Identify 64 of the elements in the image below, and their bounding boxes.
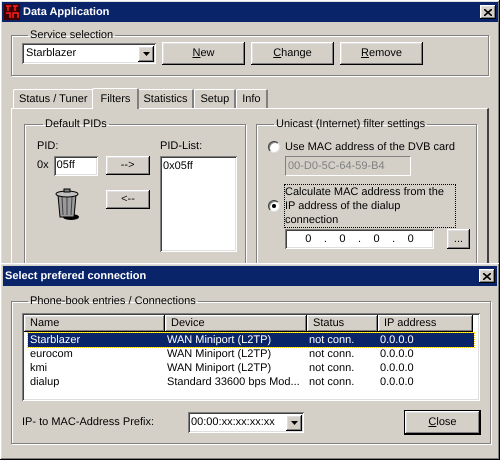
radio-label[interactable]: Calculate MAC address from the IP address of the dialup connection: [285, 185, 455, 227]
dropdown-button[interactable]: [286, 414, 302, 430]
column-header[interactable]: Device: [165, 315, 307, 332]
group-title: Default PIDs: [44, 119, 108, 130]
close-icon: [484, 8, 492, 16]
browse-button[interactable]: ...: [447, 229, 470, 249]
list-cell-text: dialup: [29, 375, 60, 389]
remove-arrow-button[interactable]: <--: [106, 190, 150, 209]
prefix-label: IP- to MAC-Address Prefix:: [22, 415, 156, 430]
close-icon: [483, 272, 491, 280]
close-button[interactable]: [480, 5, 496, 19]
pid-field[interactable]: 05ff: [54, 156, 98, 176]
ip-address-field[interactable]: 0 . 0 . 0 . 0: [285, 229, 434, 249]
add-button[interactable]: -->: [106, 156, 150, 175]
list-row[interactable]: dialup Standard 33600 bps Mod... not conn. 0.0.0.0: [28, 375, 474, 389]
window-title: Select prefered connection: [5, 268, 148, 284]
list-cell-text: 0.0.0.0: [380, 375, 415, 389]
action-button[interactable]: Change: [251, 42, 334, 65]
action-button[interactable]: New: [162, 42, 245, 65]
list-cell-text: 0.0.0.0: [380, 347, 415, 361]
pid-list-label: PID-List:: [160, 139, 204, 154]
list-cell-text: WAN Miniport (L2TP): [167, 361, 272, 375]
pid-label: PID:: [37, 139, 60, 154]
group-title: Phone-book entries / Connections: [29, 296, 197, 307]
column-header[interactable]: IP address: [378, 315, 473, 332]
list-cell-text: not conn.: [309, 347, 356, 361]
tab[interactable]: Info: [236, 89, 268, 108]
close-button[interactable]: [479, 269, 495, 283]
list-row[interactable]: kmi WAN Miniport (L2TP) not conn. 0.0.0.0: [28, 361, 474, 375]
list-cell-text: WAN Miniport (L2TP): [167, 347, 272, 361]
radio-button[interactable]: [268, 200, 280, 212]
caret-icon: [142, 52, 150, 56]
tab[interactable]: Status / Tuner: [13, 89, 94, 108]
list-cell-text: Standard 33600 bps Mod...: [167, 375, 301, 389]
pid-list-item[interactable]: 0x05ff: [163, 158, 234, 172]
list-cell-text: not conn.: [309, 333, 356, 347]
app-icon: [4, 4, 20, 20]
list-row[interactable]: Starblazer WAN Miniport (L2TP) not conn. 0.0.0.0: [28, 333, 474, 347]
column-header[interactable]: Name: [24, 315, 165, 332]
column-header[interactable]: Status: [307, 315, 378, 332]
close-dialog-button[interactable]: Close: [405, 411, 480, 434]
prefix-dropdown[interactable]: 00:00:xx:xx:xx:xx: [188, 412, 304, 433]
radio-button[interactable]: [268, 141, 280, 153]
list-cell-text: kmi: [29, 361, 48, 375]
list-row[interactable]: eurocom WAN Miniport (L2TP) not conn. 0.0.0.0: [28, 347, 474, 361]
radio-label[interactable]: Use MAC address of the DVB card: [285, 140, 455, 154]
caret-icon: [290, 420, 298, 424]
list-cell-text: not conn.: [309, 361, 356, 375]
list-cell-text: 0.0.0.0: [380, 361, 415, 375]
tab[interactable]: Setup: [194, 89, 236, 108]
window-title: Data Application: [23, 4, 110, 20]
list-cell-text: WAN Miniport (L2TP): [167, 333, 272, 347]
service-dropdown[interactable]: Starblazer: [22, 43, 156, 64]
group-title: Service selection: [29, 30, 114, 41]
action-button[interactable]: Remove: [340, 42, 423, 65]
hex-prefix: 0x: [37, 158, 49, 174]
tab[interactable]: Statistics: [137, 89, 194, 108]
group-title: Unicast (Internet) filter settings: [275, 119, 426, 130]
list-cell-text: eurocom: [29, 347, 74, 361]
list-cell-text: not conn.: [309, 375, 356, 389]
tab[interactable]: Filters: [92, 88, 140, 109]
list-cell-text: 0.0.0.0: [380, 333, 415, 347]
list-cell-text: Starblazer: [29, 333, 82, 347]
dropdown-button[interactable]: [138, 46, 154, 62]
